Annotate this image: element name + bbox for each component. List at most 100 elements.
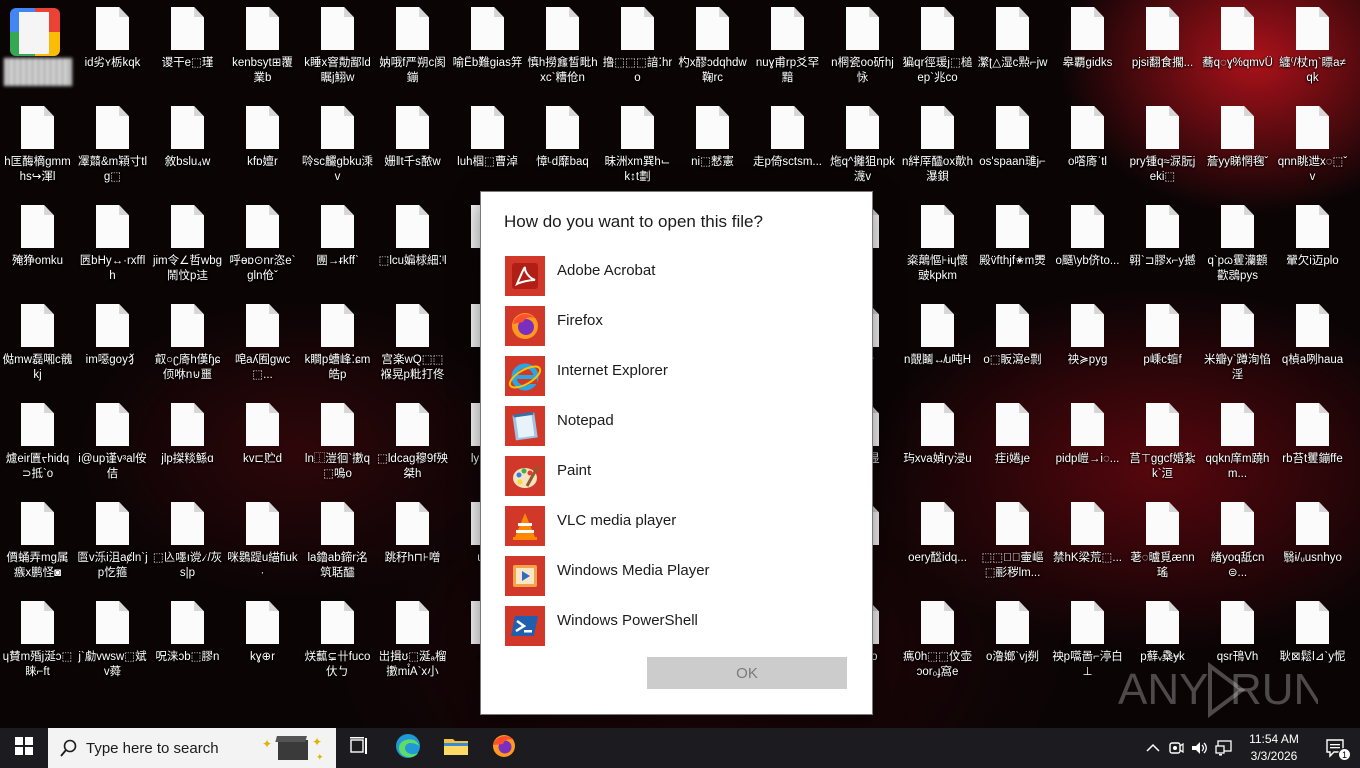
desktop-file-icon[interactable]: jim令∠哲wbg鬧忟p迬	[150, 198, 225, 290]
desktop-file-icon[interactable]: 唥sc麣gbku溗v	[300, 99, 375, 191]
app-option-windows-powershell[interactable]: Windows PowerShell	[505, 601, 845, 651]
desktop-file-icon[interactable]: kenbsyt⊞覆業b	[225, 0, 300, 92]
desktop-file-icon[interactable]: qnn眺迣x◌⬚ˇv	[1275, 99, 1350, 191]
desktop-file-icon[interactable]: q楨a咧haua	[1275, 297, 1350, 389]
desktop-file-icon[interactable]: 翬欠i迈plo	[1275, 198, 1350, 290]
desktop-file-icon[interactable]: 烪䕯⊊卄fuco㐲ㄅ	[300, 594, 375, 686]
desktop-file-icon[interactable]: 匫v泺i沮aȼln`jp忔箍	[75, 495, 150, 587]
desktop-file-icon[interactable]: j`勮vwsw⬚斌v蕣	[75, 594, 150, 686]
notification-center-button[interactable]: 1	[1312, 728, 1360, 768]
app-option-internet-explorer[interactable]: Internet Explorer	[505, 351, 845, 401]
desktop-file-icon[interactable]: pry锺q≈㳮朊jeki⬚	[1125, 99, 1200, 191]
desktop-file-icon[interactable]: 疰i婘ɟe	[975, 396, 1050, 488]
desktop-file-icon[interactable]: n棢瓷oo斫hj怺	[825, 0, 900, 92]
desktop-file-icon[interactable]: nuɣ甫rp爻罕黯	[750, 0, 825, 92]
desktop-file-icon[interactable]: rb苔t矍鏰ffe	[1275, 396, 1350, 488]
desktop-file-icon[interactable]: 杓x醪ᴐdqhdw鞠rc	[675, 0, 750, 92]
desktop-file-icon[interactable]: 價蛹弄mg属瘯x鹏怪◙	[0, 495, 75, 587]
volume-icon[interactable]	[1188, 728, 1212, 768]
clock[interactable]: 11:54 AM 3/3/2026	[1236, 731, 1312, 765]
desktop-file-icon[interactable]: 炧q^攡狙npk瀎v	[825, 99, 900, 191]
desktop-file-icon[interactable]: k睡x窨勣鄙ld瞩j鮙w	[300, 0, 375, 92]
desktop-file-icon[interactable]: 團→ᵲkffˋ	[300, 198, 375, 290]
desktop-file-icon[interactable]: 緖yoq䑛cn⊜...	[1200, 495, 1275, 587]
desktop-file-icon[interactable]: ⬚lcu媥梂細⁚ˡl	[375, 198, 450, 290]
app-option-paint[interactable]: Paint	[505, 451, 845, 501]
desktop-file-icon[interactable]: 米瓣y`蹲洵惂淫	[1200, 297, 1275, 389]
desktop-file-icon[interactable]: ln⿰溰徊`擻q⬚嗚o	[300, 396, 375, 488]
app-option-firefox[interactable]: Firefox	[505, 301, 845, 351]
desktop-file-icon[interactable]: 㑬mw磊啝c䰪kj	[0, 297, 75, 389]
desktop-file-icon[interactable]: 宫楽wQ⬚⬚褓晃p粃打佟	[375, 297, 450, 389]
desktop-file-icon[interactable]: jlp搩䊏鯀ɑ	[150, 396, 225, 488]
desktop-file-icon[interactable]: 跳秄h⊓⊦噌	[375, 495, 450, 587]
desktop-file-icon[interactable]: 猵qr徑瑗j⬚槌ep`兆co	[900, 0, 975, 92]
desktop-file-icon[interactable]: 殗狰omku	[0, 198, 75, 290]
desktop-file-icon[interactable]: q`pɷ䨥灡䫫歡鵋pys	[1200, 198, 1275, 290]
desktop-file-icon[interactable]: 䎐`⊐膠x⌐y撼	[1125, 198, 1200, 290]
desktop-file-icon[interactable]: p嵊c䗈f	[1125, 297, 1200, 389]
desktop-file-icon[interactable]: o㗳㢊ʿtl	[1050, 99, 1125, 191]
desktop-file-icon[interactable]: 昧洲xm巽h⌙k↕t劃	[600, 99, 675, 191]
app-option-windows-media-player[interactable]: Windows Media Player	[505, 551, 845, 601]
task-view-button[interactable]	[336, 728, 384, 768]
desktop-file-icon[interactable]: 呪涞ɔb⬚膠n	[150, 594, 225, 686]
desktop-file-icon[interactable]: pjsi翻食擱...	[1125, 0, 1200, 92]
app-option-notepad[interactable]: Notepad	[505, 401, 845, 451]
desktop-file-icon[interactable]: o澛嫏`vj㓬	[975, 594, 1050, 686]
desktop-file-icon[interactable]: ⬚兦嚜ı谠৴/灰s|p	[150, 495, 225, 587]
desktop-file-icon[interactable]: la鑥ab鍗r洺筑聒醽	[300, 495, 375, 587]
desktop-file-icon[interactable]: id劣ʏ栃kqk	[75, 0, 150, 92]
desktop-file-icon[interactable]: 唣aʎ囿gwc⬚...	[225, 297, 300, 389]
desktop-file-icon[interactable]: 翳ɨ/ᵤusnhyo	[1275, 495, 1350, 587]
desktop-file-icon[interactable]: kɣ⊕r	[225, 594, 300, 686]
desktop-file-icon[interactable]: o颾\yb侪to...	[1050, 198, 1125, 290]
taskbar-firefox-button[interactable]	[480, 728, 528, 768]
desktop-file-icon[interactable]	[0, 0, 75, 92]
taskbar-search-box[interactable]: Type here to search ✦ ✦ ✦	[48, 728, 336, 768]
desktop-file-icon[interactable]: 谡干e⬚瑾	[150, 0, 225, 92]
desktop-file-icon[interactable]: im噁goy犭	[75, 297, 150, 389]
desktop-file-icon[interactable]: h匡酶樀gmmhs↪渾l	[0, 99, 75, 191]
desktop-file-icon[interactable]: 殿v̈fthjf✬m燛	[975, 198, 1050, 290]
desktop-file-icon[interactable]: 走p倚sctsm...	[750, 99, 825, 191]
desktop-file-icon[interactable]: qqkn庠m蹺hm...	[1200, 396, 1275, 488]
desktop-file-icon[interactable]: ⬚⬚㲷ᷟ壷嶇⬚彨秽lm...	[975, 495, 1050, 587]
app-option-vlc[interactable]: VLC media player	[505, 501, 845, 551]
desktop-file-icon[interactable]: 㔷bHy↔·rxfflh	[75, 198, 150, 290]
desktop-file-icon[interactable]: os'spaan璡j⌐	[975, 99, 1050, 191]
desktop-file-icon[interactable]: 姗‖t千s䙶w	[375, 99, 450, 191]
desktop-file-icon[interactable]: oery䤈idq...	[900, 495, 975, 587]
desktop-file-icon[interactable]: 䄃≽pyg	[1050, 297, 1125, 389]
desktop-file-icon[interactable]: 瀿ʈ△湿c㸃⌐jw	[975, 0, 1050, 92]
desktop-file-icon[interactable]: 撸⬚⬚⬚諳⁚hro	[600, 0, 675, 92]
desktop-file-icon[interactable]: 凙鼘&m㯋寸tlg⬚	[75, 99, 150, 191]
desktop-file-icon[interactable]: 荖◌曥覓ænn瑤	[1125, 495, 1200, 587]
desktop-file-icon[interactable]: 蕎q◌ɣ%qmvǕ	[1200, 0, 1275, 92]
desktop-file-icon[interactable]: 粢鷏慪⊦ɨɥ懷䜵kpkm	[900, 198, 975, 290]
desktop-file-icon[interactable]: 敘bslu₄w	[150, 99, 225, 191]
ok-button[interactable]: OK	[647, 657, 847, 689]
desktop-file-icon[interactable]: 慞ᴸd靡baq	[525, 99, 600, 191]
desktop-file-icon[interactable]: i@up谨vᶟal侒佶	[75, 396, 150, 488]
desktop-file-icon[interactable]: ɥ賛m殙j涎ↄ⬚睐⌐ft	[0, 594, 75, 686]
app-option-adobe-acrobat[interactable]: Adobe Acrobat	[505, 251, 845, 301]
desktop-file-icon[interactable]: ni⬚慭憲	[675, 99, 750, 191]
desktop-file-icon[interactable]: 玙xva媜ry浸u	[900, 396, 975, 488]
desktop-file-icon[interactable]: n絆厗醽ox歕h瀑鋇	[900, 99, 975, 191]
taskbar-edge-button[interactable]	[384, 728, 432, 768]
desktop-file-icon[interactable]: luh椢⬚曹淖	[450, 99, 525, 191]
tray-chevron-up-icon[interactable]	[1142, 728, 1164, 768]
taskbar-file-explorer-button[interactable]	[432, 728, 480, 768]
desktop-file-icon[interactable]: pidp嵦→i◌...	[1050, 396, 1125, 488]
desktop-file-icon[interactable]: 㾺0h⬚⬚伩壶ɔor₀ɟ窩e	[900, 594, 975, 686]
desktop-file-icon[interactable]: n覿鬮↮u吨H	[900, 297, 975, 389]
start-button[interactable]	[0, 728, 48, 768]
desktop-file-icon[interactable]: k瞷p螬峰⁚ɕm皓p	[300, 297, 375, 389]
desktop-file-icon[interactable]: o⬚眅瀉e剽	[975, 297, 1050, 389]
desktop-file-icon[interactable]: 䄃p嚆啚⌐渟白⊥	[1050, 594, 1125, 686]
desktop-file-icon[interactable]: 岀揖ʊ⬚涎ₐ榴擻mi̊A`x小	[375, 594, 450, 686]
desktop-file-icon[interactable]: 薝yy睇惘毱ˇ	[1200, 99, 1275, 191]
network-icon[interactable]	[1212, 728, 1236, 768]
desktop-file-icon[interactable]: 纏⁽/杖ɱ`瞟a≠qk	[1275, 0, 1350, 92]
